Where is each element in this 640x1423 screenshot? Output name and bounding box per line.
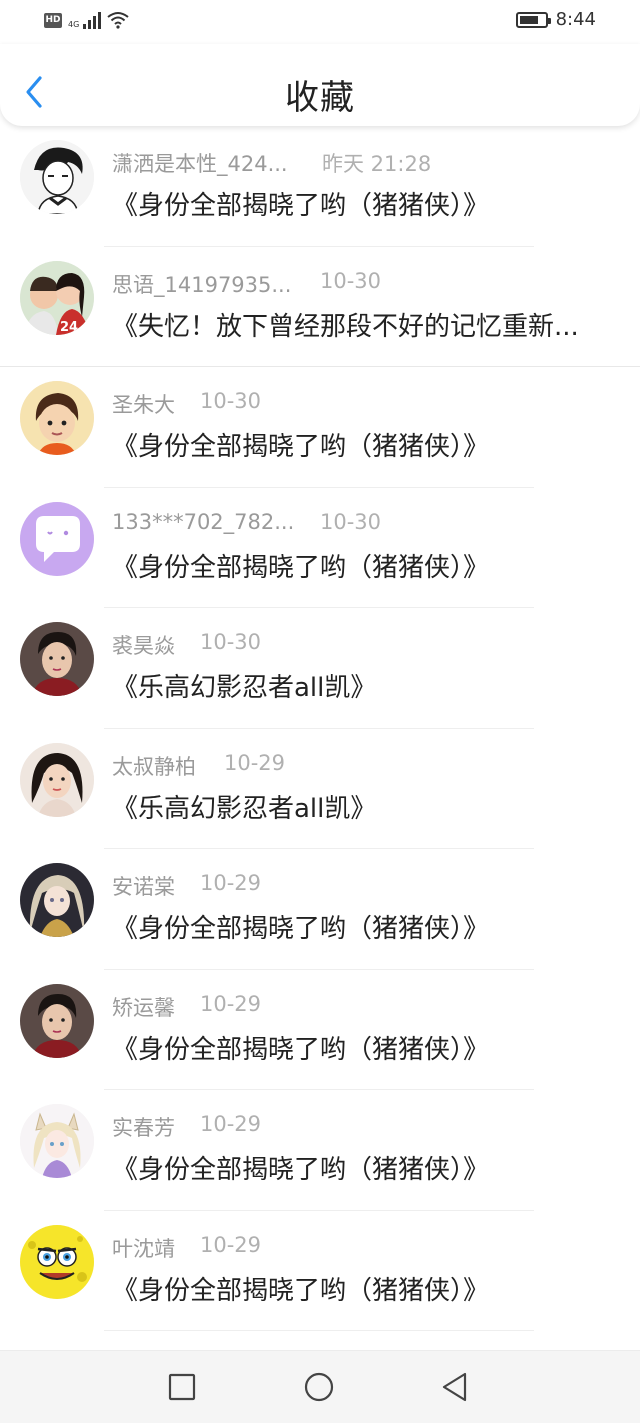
story-title[interactable]: 《身份全部揭晓了哟（猪猪侠）》 [112, 547, 489, 584]
user-name[interactable]: 圣朱大 [112, 389, 175, 419]
timestamp: 10-29 [200, 871, 262, 895]
man-portrait-avatar[interactable] [20, 622, 94, 696]
user-name[interactable]: 思语_14197935... [112, 269, 291, 299]
status-left: HD 4G [44, 11, 129, 29]
story-title[interactable]: 《乐高幻影忍者all凯》 [112, 788, 376, 825]
timestamp: 10-30 [320, 268, 382, 293]
favorites-list: 潇洒是本性_424... 昨天 21:28 《身份全部揭晓了哟（猪猪侠）》 24 思语_… [0, 126, 640, 1331]
story-title[interactable]: 《身份全部揭晓了哟（猪猪侠）》 [112, 426, 489, 463]
favorite-list-item[interactable]: 裘昊焱 10-30 《乐高幻影忍者all凯》 [0, 608, 640, 729]
hd-icon: HD [44, 12, 62, 28]
app-header: 收藏 [0, 44, 640, 126]
user-name[interactable]: 太叔静柏 [112, 751, 196, 781]
favorite-list-item[interactable]: 太叔静柏 10-29 《乐高幻影忍者all凯》 [0, 729, 640, 849]
battery-icon [515, 11, 551, 28]
user-name[interactable]: 实春芳 [112, 1112, 175, 1142]
story-title[interactable]: 《乐高幻影忍者all凯》 [112, 667, 376, 704]
status-right: 8:44 [515, 9, 596, 30]
favorite-list-item[interactable]: 潇洒是本性_424... 昨天 21:28 《身份全部揭晓了哟（猪猪侠）》 [0, 126, 640, 247]
favorite-list-item[interactable]: 圣朱大 10-30 《身份全部揭晓了哟（猪猪侠）》 [0, 367, 640, 488]
favorite-list-item[interactable]: 安诺棠 10-29 《身份全部揭晓了哟（猪猪侠）》 [0, 849, 640, 970]
user-name[interactable]: 安诺棠 [112, 871, 175, 901]
timestamp: 10-30 [200, 630, 262, 654]
story-title[interactable]: 《失忆！放下曾经那段不好的记忆重新... [112, 306, 579, 343]
timestamp: 10-29 [200, 1232, 262, 1257]
spongebob-avatar[interactable] [20, 1224, 94, 1299]
man-portrait-avatar[interactable] [20, 983, 94, 1058]
back-button[interactable] [439, 1371, 471, 1403]
story-title[interactable]: 《身份全部揭晓了哟（猪猪侠）》 [112, 1270, 489, 1307]
user-name[interactable]: 叶沈靖 [112, 1233, 175, 1263]
story-title[interactable]: 《身份全部揭晓了哟（猪猪侠）》 [112, 1149, 489, 1186]
story-title[interactable]: 《身份全部揭晓了哟（猪猪侠）》 [112, 908, 489, 945]
row-divider [104, 1330, 534, 1331]
clock: 8:44 [555, 9, 596, 30]
user-name[interactable]: 矫运馨 [112, 992, 175, 1022]
signal-icon: 4G [68, 11, 102, 29]
timestamp: 10-29 [200, 991, 262, 1016]
two-girls-avatar[interactable]: 24 [20, 260, 94, 335]
timestamp: 昨天 21:28 [322, 152, 432, 176]
favorite-list-item[interactable]: 叶沈靖 10-29 《身份全部揭晓了哟（猪猪侠）》 [0, 1211, 640, 1331]
home-button[interactable] [303, 1371, 335, 1403]
timestamp: 10-30 [200, 389, 262, 413]
timestamp: 10-30 [320, 509, 382, 534]
user-name[interactable]: 133***702_782... [112, 510, 294, 534]
anime-girl-avatar[interactable] [20, 863, 94, 937]
woman-portrait-avatar[interactable] [20, 742, 94, 817]
story-title[interactable]: 《身份全部揭晓了哟（猪猪侠）》 [112, 1029, 489, 1066]
recent-apps-button[interactable] [166, 1371, 198, 1403]
status-bar: HD 4G 8:44 [0, 0, 640, 44]
network-type: 4G [68, 20, 80, 29]
page-title: 收藏 [285, 78, 355, 118]
story-title[interactable]: 《身份全部揭晓了哟（猪猪侠）》 [112, 185, 489, 222]
favorite-list-item[interactable]: 矫运馨 10-29 《身份全部揭晓了哟（猪猪侠）》 [0, 970, 640, 1090]
user-name[interactable]: 潇洒是本性_424... [112, 148, 288, 178]
favorite-list-item[interactable]: 133***702_782... 10-30 《身份全部揭晓了哟（猪猪侠）》 [0, 488, 640, 608]
svg-text:24: 24 [60, 320, 78, 335]
favorite-list-item[interactable]: 实春芳 10-29 《身份全部揭晓了哟（猪猪侠）》 [0, 1090, 640, 1211]
favorite-list-item[interactable]: 24 思语_14197935... 10-30 《失忆！放下曾经那段不好的记忆重新..… [0, 247, 640, 367]
timestamp: 10-29 [224, 750, 286, 775]
wifi-icon [107, 12, 129, 29]
system-nav-bar [0, 1350, 640, 1423]
user-name[interactable]: 裘昊焱 [112, 630, 175, 660]
cartoon-boy-avatar[interactable] [20, 381, 94, 455]
anime-catgirl-avatar[interactable] [20, 1104, 94, 1178]
chat-bubble-avatar[interactable] [20, 501, 94, 576]
boy-manga-avatar[interactable] [20, 140, 94, 214]
timestamp: 10-29 [200, 1112, 262, 1136]
